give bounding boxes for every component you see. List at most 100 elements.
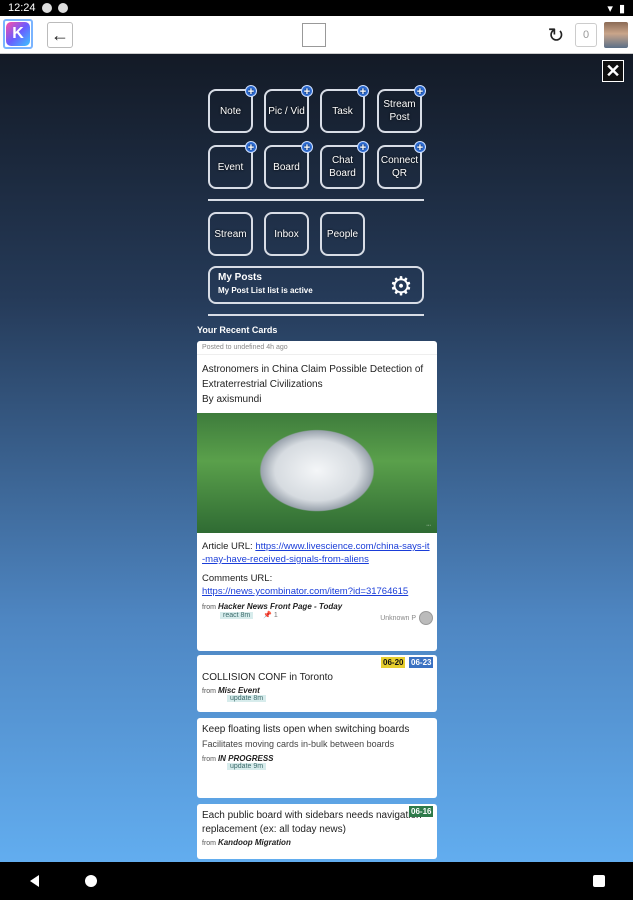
new-note-button[interactable]: Note + — [208, 85, 257, 133]
source-board-link[interactable]: Misc Event — [218, 686, 260, 695]
new-stream-post-button[interactable]: Stream Post + — [377, 85, 426, 133]
new-chat-board-button[interactable]: Chat Board + — [320, 141, 369, 189]
connect-qr-label: Connect QR — [380, 155, 419, 179]
plus-icon: + — [414, 85, 426, 98]
image-watermark: ‧‧‧ — [426, 523, 431, 529]
new-board-button[interactable]: Board + — [264, 141, 313, 189]
activity-tag: update 9m — [227, 763, 267, 770]
plus-icon: + — [301, 85, 313, 98]
end-date-badge: 06-23 — [409, 657, 434, 668]
comments-url-link[interactable]: https://news.ycombinator.com/item?id=317… — [202, 586, 408, 597]
new-task-label: Task — [332, 105, 353, 117]
plus-icon: + — [414, 141, 426, 154]
plus-icon: + — [357, 141, 369, 154]
card-source: from Kandoop Migration — [197, 838, 437, 847]
gear-icon[interactable]: ⚙ — [388, 273, 414, 299]
board-logo[interactable] — [302, 23, 326, 47]
recent-card[interactable]: 06-20 06-23 COLLISION CONF in Toronto fr… — [197, 655, 437, 712]
new-pic-vid-button[interactable]: Pic / Vid + — [264, 85, 313, 133]
activity-tag: react 8m — [220, 612, 254, 619]
source-board-link[interactable]: Hacker News Front Page - Today — [218, 602, 342, 611]
from-label: from — [202, 756, 216, 763]
new-event-button[interactable]: Event + — [208, 141, 257, 189]
refresh-icon: ↻ — [547, 24, 565, 47]
quick-create-panel: ✕ Note + Pic / Vid + Task + Stream Post + Ev… — [0, 54, 633, 862]
close-icon: ✕ — [605, 60, 621, 81]
article-url-label: Article URL: — [202, 541, 256, 552]
my-posts-title: My Posts — [218, 272, 262, 283]
new-board-label: Board — [273, 161, 300, 173]
arrow-left-icon: ← — [51, 24, 69, 45]
from-label: from — [202, 840, 216, 847]
new-chat-board-label: Chat Board — [329, 155, 356, 179]
recent-card[interactable]: Keep floating lists open when switching … — [197, 718, 437, 798]
card-footer: update 9m — [197, 763, 437, 775]
notification-icon — [41, 3, 52, 13]
people-label: People — [326, 228, 359, 240]
from-label: from — [202, 604, 216, 611]
nav-back-icon[interactable] — [30, 875, 39, 887]
battery-icon: ▮ — [618, 2, 625, 15]
card-footer: react 8m 📌 1 — [197, 611, 437, 623]
new-stream-post-label: Stream Post — [383, 99, 416, 123]
refresh-button[interactable]: ↻ — [544, 23, 568, 47]
card-title-text: Astronomers in China Claim Possible Dete… — [202, 364, 424, 390]
new-event-label: Event — [217, 161, 244, 173]
close-button[interactable]: ✕ — [602, 60, 624, 82]
plus-icon: + — [357, 85, 369, 98]
top-bar: K ← ↻ 0 — [0, 16, 633, 54]
status-bar: 12:24 ▾ ▮ — [0, 0, 633, 16]
app-logo-button[interactable]: K — [3, 19, 33, 49]
notification-count[interactable]: 0 — [575, 23, 597, 47]
connect-qr-button[interactable]: Connect QR + — [377, 141, 426, 189]
card-source: from IN PROGRESS — [197, 754, 437, 763]
plus-icon: + — [245, 85, 257, 98]
date-badge: 06-16 — [409, 806, 434, 817]
source-board-link[interactable]: IN PROGRESS — [218, 754, 274, 763]
inbox-button[interactable]: Inbox — [264, 212, 309, 256]
new-task-button[interactable]: Task + — [320, 85, 369, 133]
card-source: from Hacker News Front Page - Today Unkn… — [197, 602, 437, 625]
my-posts-panel[interactable]: My Posts My Post List list is active ⚙ — [208, 266, 424, 304]
system-nav-bar — [0, 862, 633, 900]
card-author: By axismundi — [202, 394, 262, 405]
status-time: 12:24 — [8, 2, 36, 14]
notification-icon-2 — [57, 3, 68, 13]
pin-count: 1 — [273, 612, 278, 619]
card-body: Article URL: https://www.livescience.com… — [197, 533, 437, 598]
card-meta: Posted to undefined 4h ago — [197, 341, 437, 355]
source-board-link[interactable]: Kandoop Migration — [218, 838, 291, 847]
card-source: from Misc Event — [197, 686, 437, 695]
wifi-icon: ▾ — [607, 2, 613, 15]
inbox-label: Inbox — [274, 228, 299, 240]
start-date-badge: 06-20 — [381, 657, 406, 668]
plus-icon: + — [245, 141, 257, 154]
stream-label: Stream — [214, 228, 247, 240]
card-title: Each public board with sidebars needs na… — [202, 810, 422, 835]
card-image[interactable]: ‧‧‧ — [197, 413, 437, 533]
card-title: Astronomers in China Claim Possible Dete… — [197, 355, 437, 413]
card-description: Facilitates moving cards in-bulk between… — [202, 739, 395, 749]
recent-cards-title: Your Recent Cards — [197, 325, 278, 335]
card-footer: update 8m — [197, 695, 437, 707]
nav-recents-icon[interactable] — [593, 875, 605, 887]
new-pic-vid-label: Pic / Vid — [268, 105, 305, 117]
recent-card[interactable]: 06-16 Each public board with sidebars ne… — [197, 804, 437, 859]
recent-card[interactable]: Posted to undefined 4h ago Astronomers i… — [197, 341, 437, 651]
pin-icon[interactable]: 📌 — [263, 612, 272, 619]
nav-home-icon[interactable] — [85, 875, 97, 887]
activity-tag: update 8m — [227, 695, 267, 702]
comments-url-label: Comments URL: — [202, 573, 273, 584]
my-posts-subtitle: My Post List list is active — [218, 286, 313, 295]
divider — [208, 199, 424, 201]
stream-button[interactable]: Stream — [208, 212, 253, 256]
kandoop-logo-icon: K — [6, 22, 30, 46]
card-title: Keep floating lists open when switching … — [202, 724, 410, 735]
people-button[interactable]: People — [320, 212, 365, 256]
divider — [208, 314, 424, 316]
back-button[interactable]: ← — [47, 22, 73, 48]
user-avatar[interactable] — [604, 22, 628, 48]
plus-icon: + — [301, 141, 313, 154]
from-label: from — [202, 688, 216, 695]
new-note-label: Note — [219, 105, 242, 117]
